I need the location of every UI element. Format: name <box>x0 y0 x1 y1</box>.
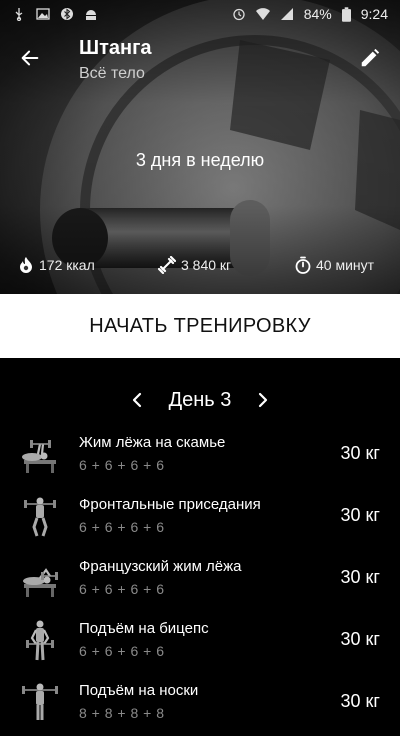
exercise-item-french-press[interactable]: Французский жим лёжа 6 + 6 + 6 + 6 30 кг <box>0 550 400 612</box>
exercise-name: Подъём на бицепс <box>79 620 209 637</box>
wifi-icon <box>255 8 270 20</box>
duration-stat: 40 минут <box>295 256 374 274</box>
exercise-weight: 30 кг <box>340 629 380 649</box>
calories-stat: 172 ккал <box>18 256 95 274</box>
exercise-weight: 30 кг <box>340 691 380 711</box>
pencil-icon <box>361 48 380 67</box>
workout-stats: 172 ккал 3 840 кг 40 минут <box>0 256 400 280</box>
previous-day-button[interactable] <box>125 388 149 412</box>
stopwatch-icon <box>295 256 311 274</box>
exercise-reps: 8 + 8 + 8 + 8 <box>79 705 165 721</box>
dumbbell-icon <box>158 256 176 274</box>
day-selector: День 3 <box>0 384 400 416</box>
exercise-reps: 6 + 6 + 6 + 6 <box>79 581 165 597</box>
exercise-name: Жим лёжа на скамье <box>79 434 226 451</box>
duration-value: 40 минут <box>316 257 375 273</box>
image-icon <box>36 8 50 20</box>
exercise-reps: 6 + 6 + 6 + 6 <box>79 519 165 535</box>
flame-icon <box>20 257 32 273</box>
exercise-name: Фронтальные приседания <box>79 496 261 513</box>
exercise-item-biceps-curl[interactable]: Подъём на бицепс 6 + 6 + 6 + 6 30 кг <box>0 612 400 674</box>
exercise-item-bench-press[interactable]: Жим лёжа на скамье 6 + 6 + 6 + 6 30 кг <box>0 426 400 488</box>
exercise-name: Подъём на носки <box>79 682 199 699</box>
page-subtitle: Всё тело <box>79 65 145 82</box>
bluetooth-icon <box>61 8 73 20</box>
exercise-item-front-squat[interactable]: Фронтальные приседания 6 + 6 + 6 + 6 30 … <box>0 488 400 550</box>
chevron-right-icon <box>259 392 268 408</box>
battery-icon <box>341 6 351 22</box>
day-label: День 3 <box>168 388 232 411</box>
clock: 9:24 <box>360 6 388 22</box>
weight-stat: 3 840 кг <box>158 256 231 274</box>
exercise-weight: 30 кг <box>340 443 380 463</box>
french-press-figure-icon <box>23 568 58 597</box>
alarm-icon <box>233 8 245 21</box>
back-button[interactable] <box>14 42 46 74</box>
next-day-button[interactable] <box>251 388 275 412</box>
exercise-reps: 6 + 6 + 6 + 6 <box>79 643 165 659</box>
usb-icon <box>15 8 23 21</box>
battery-percent: 84% <box>303 6 332 22</box>
frequency-label: 3 дня в неделю <box>135 150 265 170</box>
exercise-name: Французский жим лёжа <box>79 558 242 575</box>
exercise-weight: 30 кг <box>340 505 380 525</box>
exercise-list: Жим лёжа на скамье 6 + 6 + 6 + 6 30 кг Ф… <box>0 426 400 736</box>
weight-value: 3 840 кг <box>181 257 232 273</box>
arrow-back-icon <box>21 50 39 66</box>
biceps-curl-figure-icon <box>26 620 54 661</box>
exercise-weight: 30 кг <box>340 567 380 587</box>
page-title: Штанга <box>79 37 152 59</box>
bench-press-figure-icon <box>22 440 56 473</box>
edit-button[interactable] <box>354 42 386 74</box>
android-icon <box>86 10 96 20</box>
chevron-left-icon <box>132 392 141 408</box>
calories-value: 172 ккал <box>39 257 95 273</box>
signal-icon <box>280 8 293 20</box>
start-workout-button[interactable]: НАЧАТЬ ТРЕНИРОВКУ <box>0 294 400 358</box>
front-squat-figure-icon <box>24 497 56 537</box>
app-bar: Штанга Всё тело <box>0 30 400 90</box>
calf-raise-figure-icon <box>22 683 58 720</box>
status-bar: 84% 9:24 <box>0 0 400 28</box>
exercise-reps: 6 + 6 + 6 + 6 <box>79 457 165 473</box>
exercise-item-calf-raise[interactable]: Подъём на носки 8 + 8 + 8 + 8 30 кг <box>0 674 400 736</box>
